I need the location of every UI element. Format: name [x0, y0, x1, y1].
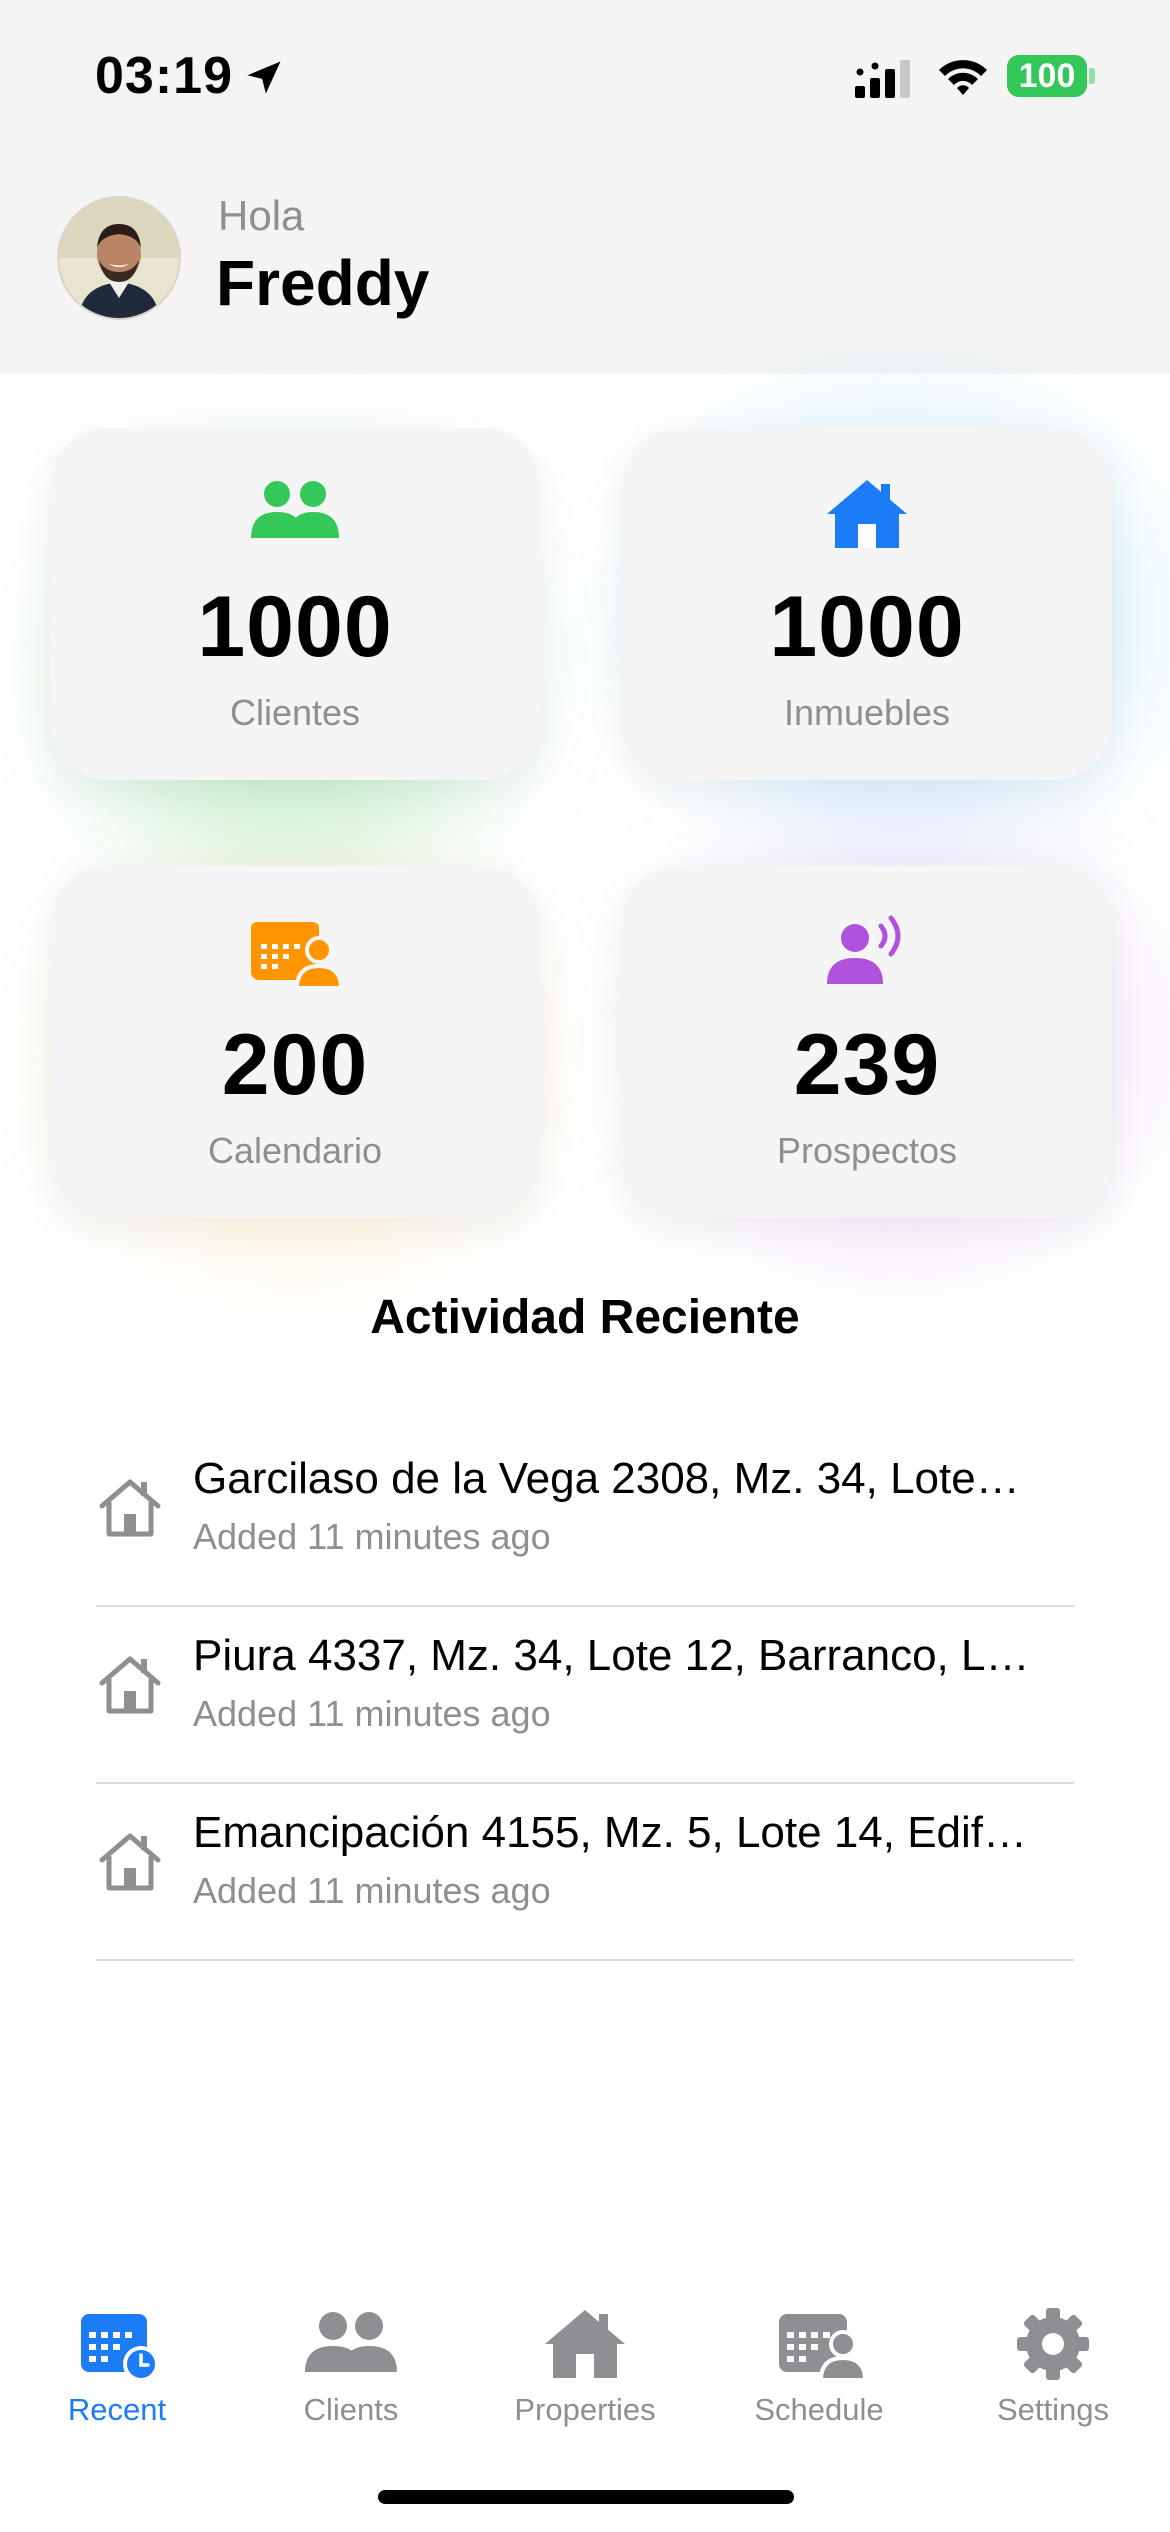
house-outline-icon: [99, 1833, 161, 1891]
calendar-person-icon: [251, 922, 343, 990]
house-outline-icon: [99, 1479, 161, 1537]
person-wave-icon: [827, 915, 901, 984]
stat-value: 200: [221, 1017, 369, 1113]
house-outline-icon: [99, 1656, 161, 1714]
clients-icon: [251, 481, 339, 538]
gear-icon: [1017, 2308, 1089, 2380]
clients-icon: [305, 2312, 397, 2372]
section-title-activity: Actividad Reciente: [370, 1291, 800, 1344]
wifi-icon: [939, 60, 987, 95]
stat-card-calendario[interactable]: 200 Calendario: [50, 866, 540, 1218]
stat-label: Prospectos: [776, 1130, 958, 1171]
location-arrow-icon: [247, 61, 281, 94]
user-name: Freddy: [216, 247, 430, 319]
tab-recent[interactable]: Recent: [0, 2280, 234, 2440]
avatar[interactable]: [59, 198, 179, 318]
stat-value: 1000: [197, 579, 393, 675]
status-time: 03:19: [95, 47, 233, 105]
activity-title: Piura 4337, Mz. 34, Lote 12, Barranco, L…: [193, 1631, 1030, 1680]
stat-label: Calendario: [207, 1130, 383, 1171]
tab-label: Properties: [514, 2392, 656, 2427]
house-icon: [827, 480, 907, 548]
battery-tip: [1089, 68, 1095, 84]
stat-label: Inmuebles: [783, 692, 951, 733]
tab-label: Clients: [303, 2392, 399, 2427]
activity-subtitle: Added 11 minutes ago: [193, 1693, 551, 1734]
calendar-clock-icon: [81, 2314, 159, 2382]
tab-label: Schedule: [754, 2392, 884, 2427]
stat-value: 239: [793, 1017, 941, 1113]
stat-card-prospectos[interactable]: 239 Prospectos: [622, 866, 1112, 1218]
list-item[interactable]: Emancipación 4155, Mz. 5, Lote 14, Edif……: [96, 1784, 1074, 1961]
activity-title: Emancipación 4155, Mz. 5, Lote 14, Edif…: [193, 1808, 1028, 1857]
activity-subtitle: Added 11 minutes ago: [193, 1516, 551, 1557]
stat-card-inmuebles[interactable]: 1000 Inmuebles: [622, 428, 1112, 780]
avatar-image: [59, 198, 179, 318]
stat-label: Clientes: [229, 692, 361, 733]
tab-settings[interactable]: Settings: [936, 2280, 1170, 2440]
battery-indicator: 100: [1007, 55, 1087, 97]
list-item[interactable]: Garcilaso de la Vega 2308, Mz. 34, Lote……: [96, 1430, 1074, 1607]
activity-subtitle: Added 11 minutes ago: [193, 1870, 551, 1911]
tab-bar: Recent Clients Properties Schedule Setti…: [0, 2280, 1170, 2440]
cellular-signal-icon: [855, 60, 910, 98]
greeting-text: Hola: [218, 192, 305, 239]
stat-value: 1000: [769, 579, 965, 675]
tab-clients[interactable]: Clients: [234, 2280, 468, 2440]
tab-schedule[interactable]: Schedule: [702, 2280, 936, 2440]
status-bar: 03:19 100: [0, 0, 1170, 150]
list-item[interactable]: Piura 4337, Mz. 34, Lote 12, Barranco, L…: [96, 1607, 1074, 1784]
stat-card-clientes[interactable]: 1000 Clientes: [50, 428, 540, 780]
tab-label: Settings: [996, 2392, 1109, 2427]
house-icon: [545, 2310, 625, 2378]
activity-list: Garcilaso de la Vega 2308, Mz. 34, Lote……: [96, 1430, 1074, 1961]
tab-label: Recent: [67, 2392, 167, 2427]
activity-title: Garcilaso de la Vega 2308, Mz. 34, Lote…: [193, 1454, 1020, 1503]
calendar-person-icon: [779, 2314, 867, 2382]
tab-properties[interactable]: Properties: [468, 2280, 702, 2440]
home-indicator[interactable]: [378, 2490, 794, 2504]
